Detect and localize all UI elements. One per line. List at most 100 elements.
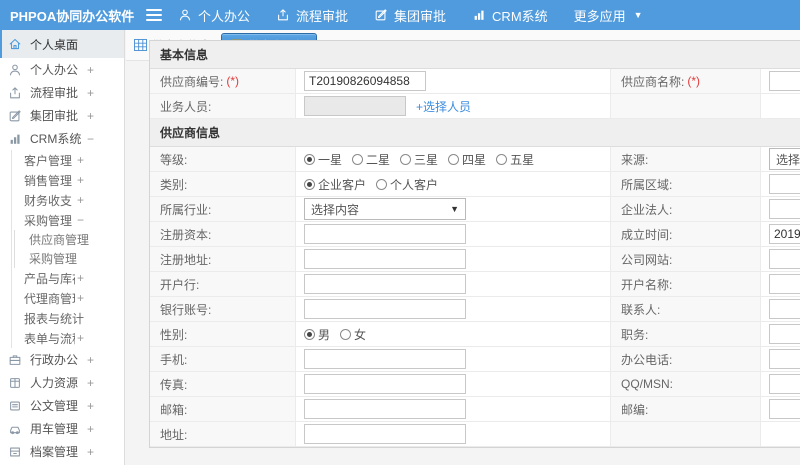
sidebar-item-1-6[interactable]: 报表与统计 [12, 308, 124, 328]
sidebar-item-0-1[interactable]: 个人办公 + [0, 58, 124, 81]
field-s1r7-left-radio-1[interactable] [340, 328, 352, 340]
sidebar-item-0-4[interactable]: CRM系统 − [0, 127, 124, 150]
field-s1r10-right-input[interactable] [769, 399, 800, 419]
top-nav-item-2[interactable]: 集团审批 [374, 6, 446, 25]
field-s1r1-right-input[interactable] [769, 174, 800, 194]
field-s1r4-left-input[interactable] [304, 249, 466, 269]
field-s0r0-left-input[interactable] [304, 71, 426, 91]
field-s1r2-right-input[interactable] [769, 199, 800, 219]
field-label: 注册地址: [160, 252, 212, 267]
field-s1r11-left-input[interactable] [304, 424, 466, 444]
sidebar: 个人桌面 个人办公 + 流程审批 + 集团审批 + CRM系统 − 客户管理 + 销售管理 + 财务收支 +… [0, 30, 125, 465]
expand-toggle-icon[interactable]: + [77, 193, 84, 207]
field-label: 开户行: [160, 277, 200, 292]
sidebar-item-label: 客户管理 [24, 153, 73, 168]
user-icon [178, 8, 192, 22]
expand-toggle-icon[interactable]: + [87, 353, 94, 367]
field-s1r0-left-radio-4[interactable] [496, 153, 508, 165]
field-s1r1-left-radio-0[interactable] [304, 178, 315, 190]
sidebar-item-0-3[interactable]: 集团审批 + [0, 104, 124, 127]
expand-toggle-icon[interactable]: − [77, 213, 84, 227]
sidebar-item-1-1[interactable]: 销售管理 + [12, 170, 124, 190]
sidebar-item-0-7[interactable]: 公文管理 + [0, 394, 124, 417]
sidebar-item-0-8[interactable]: 用车管理 + [0, 417, 124, 440]
expand-toggle-icon[interactable]: + [87, 109, 94, 123]
field-label: 业务人员: [160, 99, 212, 114]
top-nav-item-3[interactable]: CRM系统 [472, 6, 548, 25]
sidebar-item-0-0[interactable]: 个人桌面 [0, 30, 124, 58]
expand-toggle-icon[interactable]: + [87, 63, 94, 77]
field-s1r0-left-radio-2[interactable] [400, 153, 412, 165]
form-field-cell: 一星 二星 三星 四星 五星 [296, 147, 611, 171]
form-label-cell: 地址: [150, 422, 296, 446]
book-icon [8, 376, 22, 390]
choose-person-link[interactable]: +选择人员 [416, 98, 471, 115]
sidebar-item-1-2[interactable]: 财务收支 + [12, 190, 124, 210]
field-s1r0-left-radio-1[interactable] [352, 153, 364, 165]
field-label: 公司网站: [621, 252, 673, 267]
sidebar-item-2-1[interactable]: 采购管理 [15, 249, 124, 268]
form-field-cell [761, 322, 800, 346]
sidebar-item-1-3[interactable]: 采购管理 − [12, 210, 124, 230]
expand-toggle-icon[interactable]: + [77, 271, 84, 285]
field-s0r1-left-input[interactable] [304, 96, 406, 116]
sidebar-item-label: 报表与统计 [24, 311, 84, 326]
section-title: 基本信息 [150, 41, 800, 69]
field-s1r9-left-input[interactable] [304, 374, 466, 394]
field-s1r2-left-select[interactable]: 选择内容 ▼ [304, 198, 466, 220]
radio-label: 四星 [462, 152, 487, 167]
expand-toggle-icon[interactable]: + [87, 422, 94, 436]
field-label: 手机: [160, 352, 188, 367]
field-s1r1-left-radio-1[interactable] [376, 178, 388, 190]
top-nav-item-1[interactable]: 流程审批 [276, 6, 348, 25]
sidebar-item-2-0[interactable]: 供应商管理 [15, 230, 124, 249]
field-label: 来源: [621, 152, 649, 167]
expand-toggle-icon[interactable]: + [87, 86, 94, 100]
expand-toggle-icon[interactable]: + [77, 331, 84, 345]
field-s1r5-right-input[interactable] [769, 274, 800, 294]
expand-toggle-icon[interactable]: + [87, 376, 94, 390]
radio-label: 五星 [510, 152, 535, 167]
field-s0r0-right-input[interactable] [769, 71, 800, 91]
top-nav-item-0[interactable]: 个人办公 [178, 6, 250, 25]
edit-icon [8, 109, 22, 123]
field-s1r8-left-input[interactable] [304, 349, 466, 369]
field-s1r0-right-select[interactable]: 选择内容▼ [769, 148, 800, 170]
field-label: 联系人: [621, 302, 661, 317]
caret-down-icon: ▼ [633, 10, 643, 20]
field-s1r6-left-input[interactable] [304, 299, 466, 319]
form-label-cell: 等级: [150, 147, 296, 171]
expand-toggle-icon[interactable]: + [77, 291, 84, 305]
expand-toggle-icon[interactable]: + [87, 399, 94, 413]
sidebar-item-label: 人力资源 [30, 376, 79, 390]
field-s1r3-left-input[interactable] [304, 224, 466, 244]
field-s1r7-left-radio-0[interactable] [304, 328, 315, 340]
field-s1r8-right-input[interactable] [769, 349, 800, 369]
sidebar-item-0-9[interactable]: 档案管理 + [0, 440, 124, 463]
field-s1r0-left-radio-0[interactable] [304, 153, 315, 165]
sidebar-item-0-6[interactable]: 人力资源 + [0, 371, 124, 394]
top-nav-item-4[interactable]: 更多应用 ▼ [574, 6, 643, 25]
sidebar-item-1-5[interactable]: 代理商管理+ [12, 288, 124, 308]
expand-toggle-icon[interactable]: − [87, 132, 94, 146]
sidebar-item-0-2[interactable]: 流程审批 + [0, 81, 124, 104]
field-s1r5-left-input[interactable] [304, 274, 466, 294]
sidebar-item-0-5[interactable]: 行政办公 + [0, 348, 124, 371]
field-s1r10-left-input[interactable] [304, 399, 466, 419]
hamburger-menu-icon[interactable] [146, 9, 162, 21]
field-s1r0-left-radio-3[interactable] [448, 153, 460, 165]
sidebar-item-1-7[interactable]: 表单与流程设置+ [12, 328, 124, 348]
field-s1r9-right-input[interactable] [769, 374, 800, 394]
sidebar-item-1-4[interactable]: 产品与库存+ [12, 268, 124, 288]
field-s1r3-right-input[interactable] [769, 224, 800, 244]
expand-toggle-icon[interactable]: + [77, 173, 84, 187]
field-s1r4-right-input[interactable] [769, 249, 800, 269]
field-s1r6-right-input[interactable] [769, 299, 800, 319]
sidebar-item-1-0[interactable]: 客户管理 + [12, 150, 124, 170]
field-s1r7-right-input[interactable] [769, 324, 800, 344]
field-label: 所属行业: [160, 202, 212, 217]
expand-toggle-icon[interactable]: + [87, 445, 94, 459]
form-row: 类别: 企业客户 个人客户 所属区域: [150, 172, 800, 197]
expand-toggle-icon[interactable]: + [77, 153, 84, 167]
select-value: 选择内容 [311, 202, 360, 217]
